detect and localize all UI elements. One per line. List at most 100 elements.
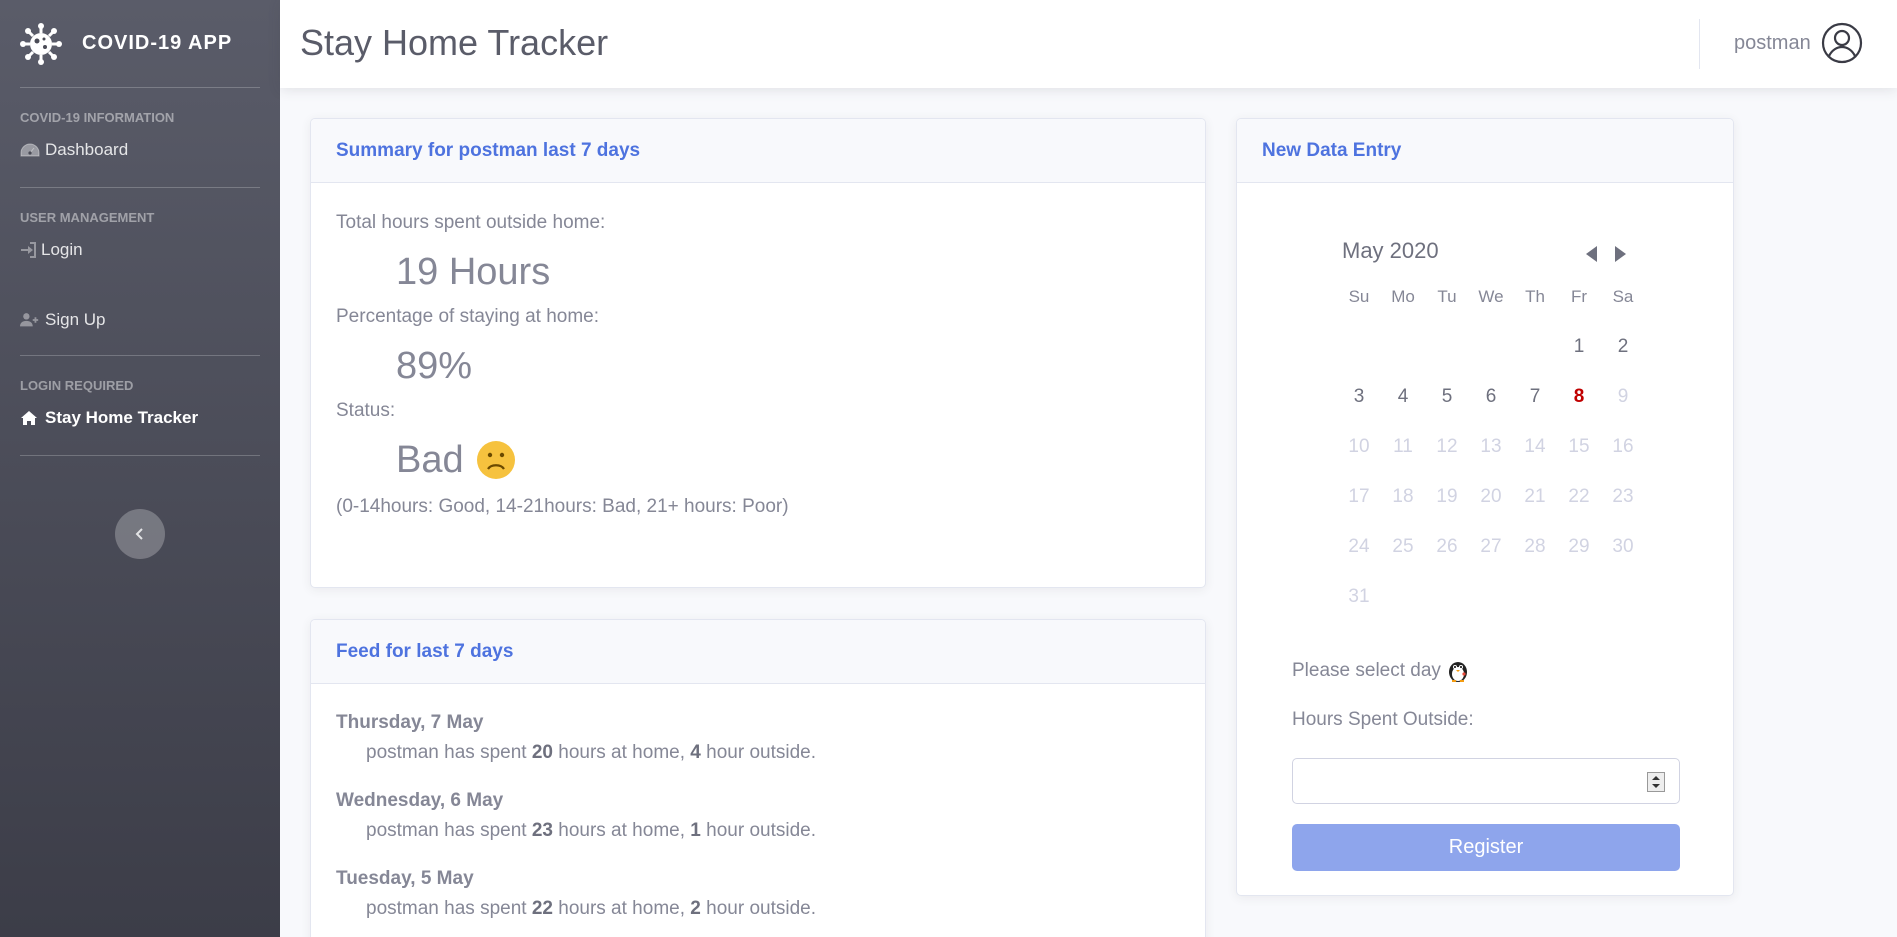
sign-in-icon (20, 241, 36, 259)
calendar-day[interactable]: 4 (1381, 372, 1425, 422)
page-title: Stay Home Tracker (300, 22, 609, 63)
feed-text-mid: hours at home, (558, 820, 685, 841)
sidebar: COVID-19 APP COVID-19 INFORMATION Dashbo… (0, 0, 280, 937)
feed-text-mid: hours at home, (558, 742, 685, 763)
feed-item: Thursday, 7 May postman has spent 20 hou… (336, 712, 1180, 764)
select-day-text: Please select day (1292, 660, 1441, 681)
calendar-day: 30 (1612, 536, 1634, 557)
chevron-left-icon (135, 528, 143, 540)
sidebar-item-label: Stay Home Tracker (45, 408, 199, 427)
penguin-icon (1448, 662, 1467, 682)
sidebar-item-label: Dashboard (45, 140, 129, 159)
calendar-day[interactable]: 5 (1425, 372, 1469, 422)
calendar-day[interactable]: 7 (1513, 372, 1557, 422)
calendar-day: 20 (1480, 486, 1502, 507)
calendar-day: 25 (1392, 536, 1414, 557)
sidebar-item-label: Login (41, 240, 83, 259)
select-day-prompt: Please select day (1292, 659, 1469, 683)
sidebar-divider (20, 87, 260, 88)
feed-text-prefix: postman has spent (366, 820, 527, 841)
calendar-day: 9 (1617, 386, 1629, 407)
calendar-day: 14 (1524, 436, 1546, 457)
hours-outside-input[interactable] (1292, 758, 1680, 804)
calendar-day[interactable]: 2 (1601, 322, 1645, 372)
sidebar-divider (20, 455, 260, 456)
calendar-day: 21 (1524, 486, 1546, 507)
brand-title: COVID-19 APP (82, 32, 233, 54)
feed-home-hours: 22 (531, 898, 553, 919)
calendar-day: 23 (1612, 486, 1634, 507)
user-name: postman (1734, 31, 1811, 54)
calendar-day: 18 (1392, 486, 1414, 507)
calendar-day: 13 (1480, 436, 1502, 457)
calendar-next-button[interactable] (1611, 244, 1629, 264)
summary-header: Summary for postman last 7 days (311, 119, 1205, 183)
calendar-day-today[interactable]: 8 (1557, 372, 1601, 422)
calendar-prev-button[interactable] (1583, 244, 1601, 264)
calendar-grid: Su Mo Tu We Th Fr Sa 1 2 3 4 5 6 7 8 9 10 11 12 13 14 15 16 17 1… (1337, 282, 1637, 622)
feed-item: Tuesday, 5 May postman has spent 22 hour… (336, 868, 1180, 920)
topbar: Stay Home Tracker postman (280, 0, 1897, 88)
calendar-day: 29 (1568, 536, 1590, 557)
calendar-header: May 2020 (1337, 234, 1637, 274)
calendar-weekday: Sa (1612, 287, 1634, 306)
percentage-value: 89% (396, 344, 473, 387)
summary-card: Summary for postman last 7 days Total ho… (310, 118, 1206, 588)
sidebar-item-login[interactable]: Login (0, 225, 280, 275)
new-entry-header: New Data Entry (1237, 119, 1733, 183)
percentage-label: Percentage of staying at home: (336, 306, 599, 327)
calendar-day: 11 (1393, 436, 1413, 457)
sidebar-divider (20, 355, 260, 356)
feed-text: postman has spent 22 hours at home, 2 ho… (366, 898, 1180, 920)
user-avatar-icon (1821, 22, 1862, 64)
calendar-empty-cell (1337, 322, 1381, 372)
status-label: Status: (336, 400, 396, 421)
hours-outside-input-label: Hours Spent Outside: (1292, 709, 1474, 730)
feed-outside-hours: 2 (690, 898, 701, 919)
calendar-day[interactable]: 6 (1469, 372, 1513, 422)
register-button[interactable]: Register (1292, 824, 1680, 871)
calendar-day: 24 (1348, 536, 1370, 557)
feed-day: Thursday, 7 May (336, 712, 484, 733)
calendar-day[interactable]: 3 (1337, 372, 1381, 422)
feed-text-prefix: postman has spent (366, 898, 527, 919)
calendar-weekday: Th (1525, 287, 1545, 306)
calendar-empty-cell (1513, 322, 1557, 372)
spinner-arrows-icon (1652, 776, 1660, 788)
feed-text-prefix: postman has spent (366, 742, 527, 763)
calendar-day: 17 (1348, 486, 1370, 507)
calendar-day: 12 (1436, 436, 1458, 457)
virus-icon (20, 22, 62, 65)
calendar-weekday: We (1478, 287, 1504, 306)
summary-body: Total hours spent outside home: 19 Hours… (311, 183, 1205, 542)
calendar-day: 22 (1568, 486, 1590, 507)
dashboard-icon (20, 141, 40, 159)
sidebar-toggle-button[interactable] (115, 509, 165, 559)
calendar-day: 31 (1348, 586, 1370, 607)
feed-text-suffix: hour outside. (706, 742, 816, 763)
calendar-day: 10 (1348, 436, 1370, 457)
calendar-day: 15 (1568, 436, 1590, 457)
hours-outside-label: Total hours spent outside home: (336, 212, 606, 233)
feed-outside-hours: 4 (690, 742, 701, 763)
feed-card: Feed for last 7 days Thursday, 7 May pos… (310, 619, 1206, 937)
new-entry-card: New Data Entry May 2020 Su Mo Tu We Th Fr Sa 1 2… (1236, 118, 1734, 896)
calendar-month-label: May 2020 (1342, 238, 1439, 263)
sidebar-divider (20, 187, 260, 188)
number-spinner[interactable] (1647, 772, 1665, 792)
calendar-weekday: Tu (1437, 287, 1457, 306)
feed-home-hours: 23 (531, 820, 553, 841)
sidebar-item-dashboard[interactable]: Dashboard (0, 125, 280, 175)
sidebar-item-sign-up[interactable]: Sign Up (0, 295, 280, 345)
feed-header: Feed for last 7 days (311, 620, 1205, 684)
home-icon (20, 409, 40, 427)
calendar-empty-cell (1469, 322, 1513, 372)
brand[interactable]: COVID-19 APP (0, 0, 280, 87)
calendar-day[interactable]: 1 (1557, 322, 1601, 372)
hours-outside-value: 19 Hours (396, 250, 551, 293)
user-menu[interactable]: postman (1734, 22, 1863, 64)
calendar-day: 16 (1612, 436, 1634, 457)
calendar-day: 26 (1436, 536, 1458, 557)
sidebar-item-stay-home-tracker[interactable]: Stay Home Tracker (0, 393, 280, 443)
sidebar-heading-covid-info: COVID-19 INFORMATION (20, 110, 175, 125)
